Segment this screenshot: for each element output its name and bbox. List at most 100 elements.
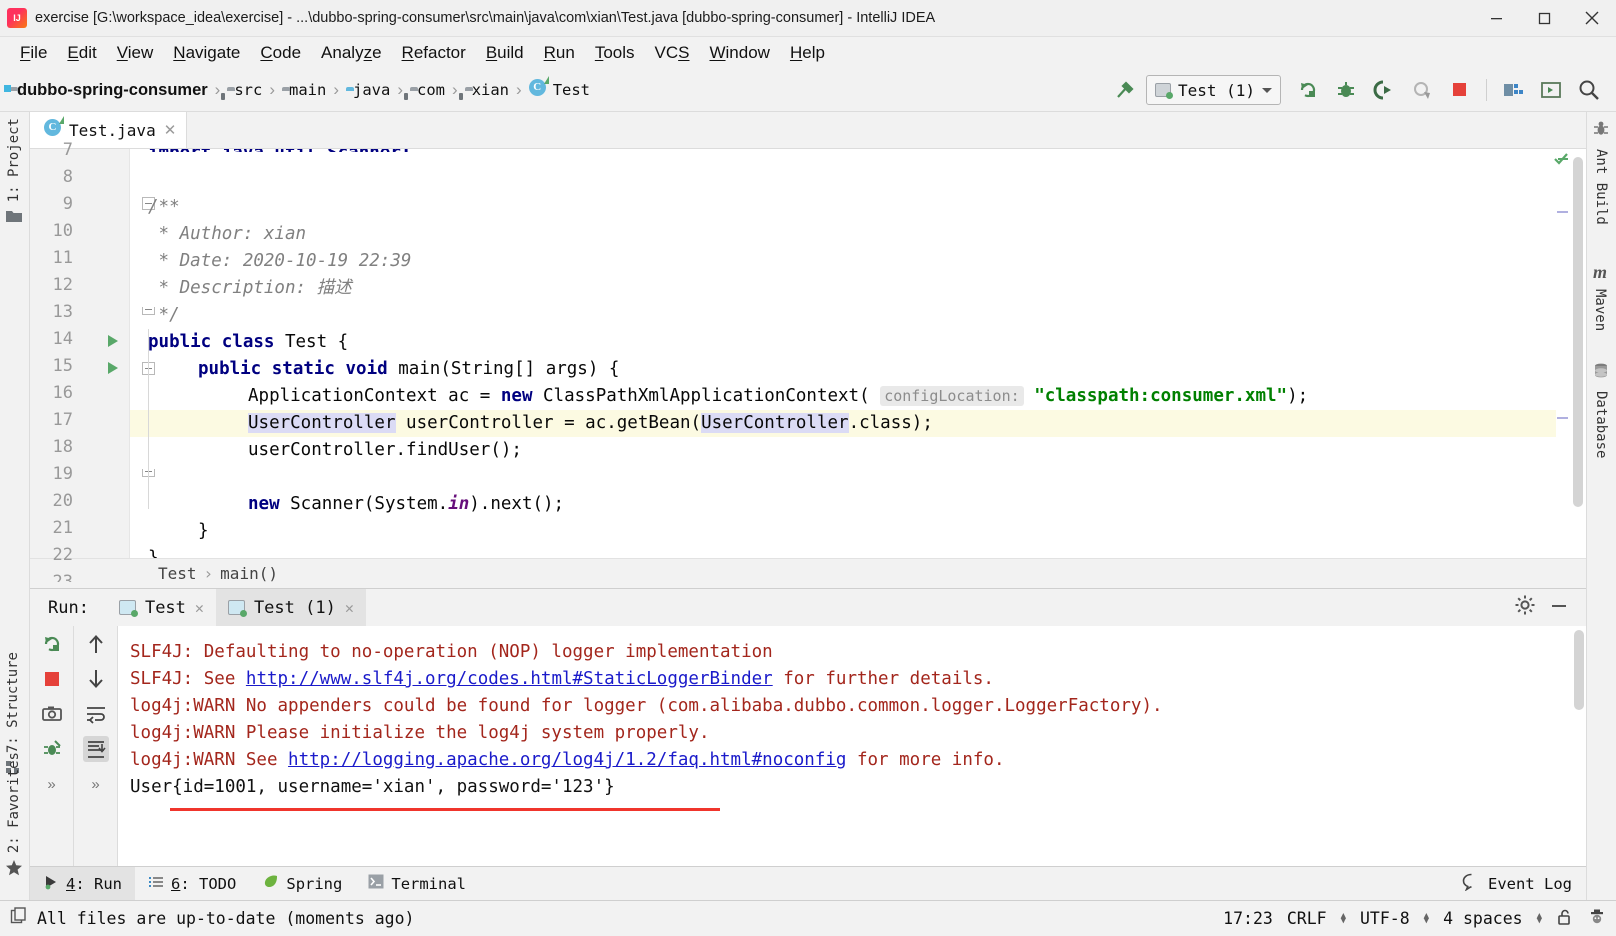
- soft-wrap-icon[interactable]: [83, 701, 109, 727]
- run-class-gutter-icon[interactable]: [108, 335, 118, 347]
- console-line-3: log4j:WARN No appenders could be found f…: [130, 696, 1163, 716]
- event-log-button[interactable]: Event Log: [1462, 873, 1586, 895]
- file-encoding[interactable]: UTF-8: [1360, 909, 1410, 928]
- profile-icon[interactable]: [1405, 75, 1439, 105]
- menu-refactor[interactable]: Refactor: [392, 43, 476, 63]
- breadcrumb-item-project[interactable]: dubbo-spring-consumer: [17, 81, 208, 100]
- breadcrumb-method[interactable]: main(): [220, 564, 278, 583]
- run-method-gutter-icon[interactable]: [108, 362, 118, 374]
- sidebar-item-database[interactable]: Database: [1592, 362, 1610, 458]
- encoding-spinner[interactable]: ▲ ▼: [1424, 911, 1429, 925]
- search-everywhere-icon[interactable]: [1572, 75, 1606, 105]
- line-number: 9: [62, 194, 73, 214]
- screenshot-camera-icon[interactable]: [39, 701, 65, 727]
- run-play-icon: [43, 874, 59, 894]
- sidebar-item-maven[interactable]: m Maven: [1592, 262, 1608, 331]
- run-with-coverage-icon[interactable]: [1367, 75, 1401, 105]
- menu-code[interactable]: Code: [250, 43, 311, 63]
- minimize-icon[interactable]: [1548, 594, 1570, 621]
- menu-help[interactable]: Help: [780, 43, 835, 63]
- close-icon[interactable]: ✕: [164, 121, 177, 139]
- console-scrollbar-thumb[interactable]: [1574, 630, 1584, 710]
- main-menu-bar: File Edit View Navigate Code Analyze Ref…: [0, 37, 1616, 69]
- run-config-name: Test (1): [1177, 80, 1255, 100]
- code-text: );: [1287, 386, 1309, 406]
- console-output[interactable]: SLF4J: Failed to load class "org.slf4j.i…: [118, 626, 1586, 866]
- rerun-icon[interactable]: [39, 631, 65, 657]
- code-line-10: * Author: xian: [148, 224, 307, 244]
- console-text: for more info.: [846, 750, 1005, 770]
- console-hyperlink[interactable]: http://logging.apache.org/log4j/1.2/faq.…: [288, 750, 846, 770]
- debug-icon[interactable]: [1329, 75, 1363, 105]
- expand-overflow-icon[interactable]: »: [39, 771, 65, 797]
- sidebar-item-project[interactable]: 1: Project: [5, 118, 23, 229]
- scrollbar-thumb[interactable]: [1573, 157, 1583, 507]
- bottom-item-todo[interactable]: 6: TODO: [135, 867, 249, 900]
- stop-red-icon[interactable]: [39, 666, 65, 692]
- line-separator-spinner[interactable]: ▲ ▼: [1341, 911, 1346, 925]
- line-separator[interactable]: CRLF: [1287, 909, 1327, 928]
- indent-setting[interactable]: 4 spaces: [1443, 909, 1522, 928]
- scroll-down-icon[interactable]: [83, 666, 109, 692]
- sidebar-item-favorites[interactable]: 2: Favorites: [5, 752, 23, 882]
- console-hyperlink[interactable]: http://www.slf4j.org/codes.html#StaticLo…: [246, 669, 773, 689]
- close-icon[interactable]: ✕: [195, 599, 204, 617]
- menu-build[interactable]: Build: [476, 43, 534, 63]
- keyword: public static void: [198, 359, 388, 379]
- maven-m-icon: m: [1592, 262, 1607, 282]
- status-message: All files are up-to-date (moments ago): [37, 909, 415, 928]
- scroll-up-icon[interactable]: [83, 631, 109, 657]
- sidebar-item-ant-build-label: Ant Build: [1593, 149, 1609, 225]
- menu-vcs[interactable]: VCS: [645, 43, 700, 63]
- terminal-window-icon[interactable]: [1534, 75, 1568, 105]
- expand-overflow-icon[interactable]: »: [83, 771, 109, 797]
- breadcrumb-item-java[interactable]: java: [353, 81, 390, 99]
- console-line-5: log4j:WARN See http://logging.apache.org…: [130, 747, 1005, 774]
- scroll-to-end-icon[interactable]: [82, 736, 109, 762]
- sidebar-item-ant-build[interactable]: Ant Build: [1592, 120, 1610, 225]
- editor-gutter[interactable]: 7 8 9 10 11 12 13 14 15 16 17 18 19 20 2…: [30, 140, 155, 582]
- run-tab-test-1[interactable]: Test (1) ✕: [215, 589, 366, 626]
- maximize-icon[interactable]: [1520, 0, 1568, 36]
- bottom-item-run[interactable]: 4: Run: [30, 867, 136, 900]
- minimize-icon[interactable]: [1472, 0, 1520, 36]
- caret-position[interactable]: 17:23: [1223, 909, 1273, 928]
- menu-window[interactable]: Window: [699, 43, 779, 63]
- code-editor[interactable]: 7 8 9 10 11 12 13 14 15 16 17 18 19 20 2…: [30, 140, 1586, 582]
- unlocked-icon[interactable]: [1556, 908, 1574, 930]
- close-icon[interactable]: ✕: [345, 599, 354, 617]
- rerun-icon[interactable]: [1291, 75, 1325, 105]
- bottom-item-spring[interactable]: Spring: [249, 867, 355, 900]
- menu-edit[interactable]: Edit: [57, 43, 106, 63]
- breadcrumb-class[interactable]: Test: [158, 564, 197, 583]
- indent-spinner[interactable]: ▲ ▼: [1537, 911, 1542, 925]
- menu-analyze[interactable]: Analyze: [311, 43, 392, 63]
- right-tool-window-bar: Ant Build m Maven Database: [1586, 112, 1616, 900]
- menu-view[interactable]: View: [107, 43, 164, 63]
- breadcrumb-item-main[interactable]: main: [289, 81, 326, 99]
- code-text-area[interactable]: import java.util.Scanner; /** * Author: …: [130, 149, 1556, 558]
- breadcrumb-item-com[interactable]: com: [417, 81, 445, 99]
- bottom-item-todo-label: 6: TODO: [171, 874, 237, 893]
- breadcrumb: dubbo-spring-consumer › src › main › jav…: [10, 76, 590, 101]
- breadcrumb-item-xian[interactable]: xian: [472, 81, 509, 99]
- stop-icon[interactable]: [1443, 75, 1477, 105]
- menu-file[interactable]: File: [10, 43, 57, 63]
- menu-run[interactable]: Run: [534, 43, 585, 63]
- breadcrumb-item-src[interactable]: src: [234, 81, 262, 99]
- hammer-build-icon[interactable]: [1108, 75, 1142, 105]
- thread-dump-icon[interactable]: [39, 736, 65, 762]
- run-configuration-selector[interactable]: Test (1): [1145, 75, 1281, 105]
- line-number: 13: [52, 302, 73, 322]
- breadcrumb-item-class[interactable]: Test: [553, 81, 590, 99]
- hector-inspection-icon[interactable]: [1588, 908, 1606, 930]
- project-structure-icon[interactable]: [1496, 75, 1530, 105]
- menu-navigate[interactable]: Navigate: [163, 43, 250, 63]
- close-icon[interactable]: [1568, 0, 1616, 36]
- bottom-item-terminal[interactable]: Terminal: [355, 867, 479, 900]
- run-tab-test[interactable]: Test ✕: [107, 589, 216, 626]
- gear-icon[interactable]: [1514, 594, 1536, 621]
- menu-tools[interactable]: Tools: [585, 43, 645, 63]
- editor-error-stripe[interactable]: [1554, 149, 1570, 558]
- editor-vertical-scrollbar[interactable]: [1570, 149, 1586, 558]
